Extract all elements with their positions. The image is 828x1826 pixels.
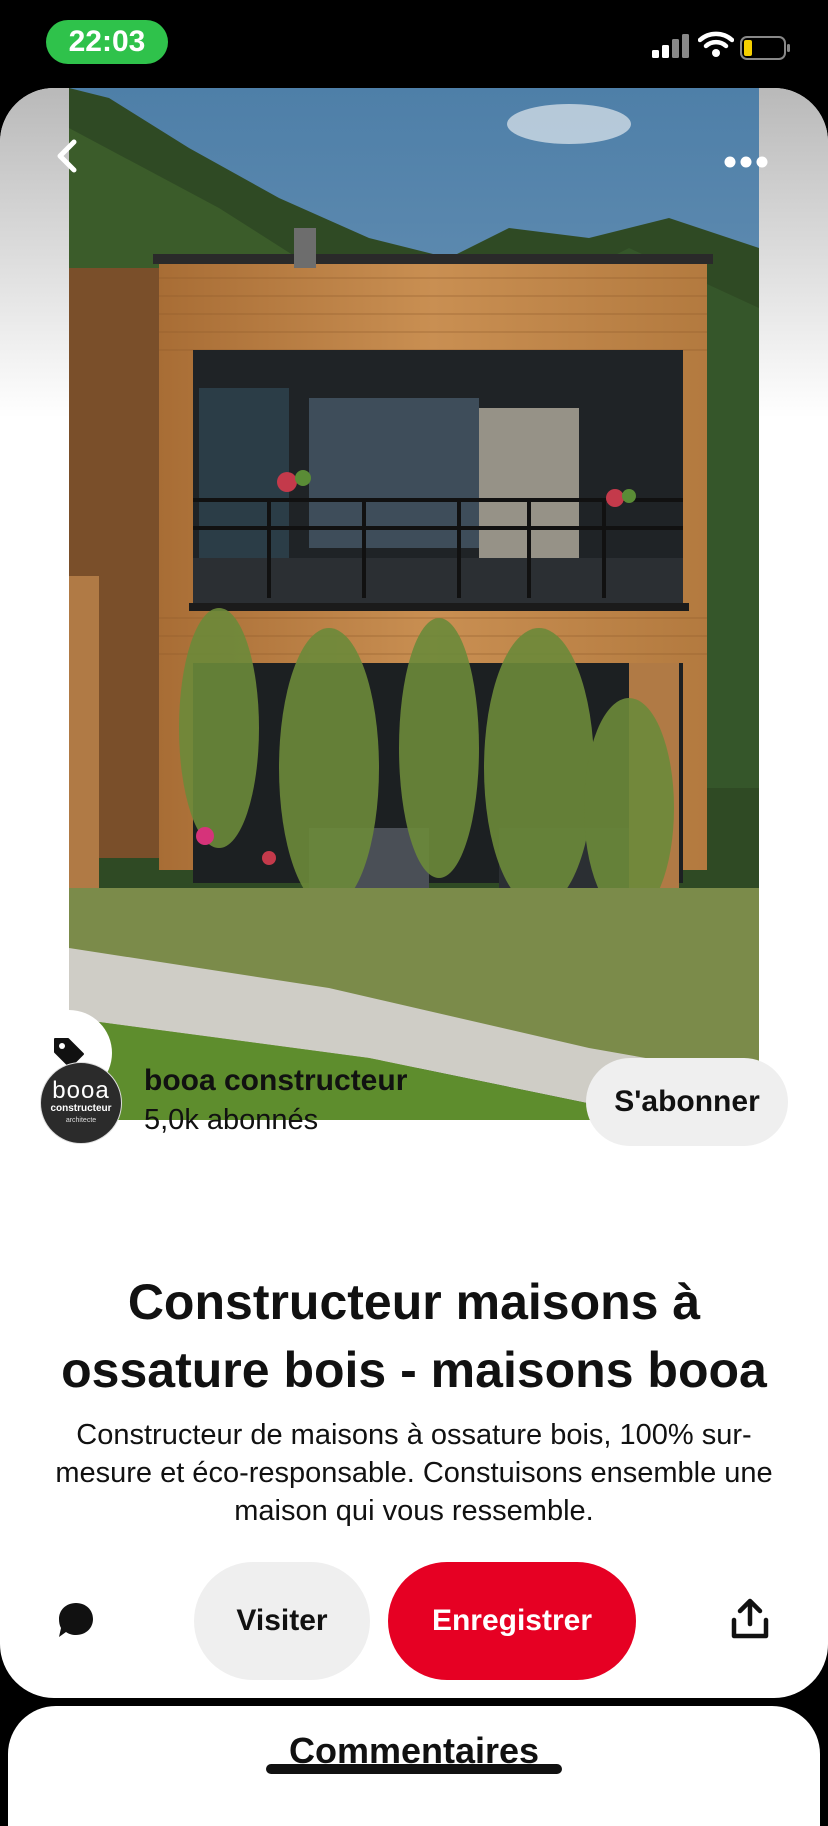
pin-image[interactable] [69,88,759,1120]
visit-button[interactable]: Visiter [194,1562,370,1680]
creator-followers: 5,0k abonnés [144,1104,319,1136]
save-button[interactable]: Enregistrer [388,1562,636,1680]
follow-button[interactable]: S'abonner [586,1058,788,1146]
wifi-icon [698,31,734,57]
avatar-logo-tiny: architecte [65,1117,97,1124]
status-time: 22:03 [46,20,168,64]
home-indicator[interactable] [266,1764,562,1774]
pin-title: Constructeur maisons à ossature bois - m… [61,1274,767,1398]
avatar-logo-sub: constructeur [50,1103,112,1114]
more-icon[interactable] [722,152,770,172]
creator-name[interactable]: booa constructeur [144,1064,407,1098]
status-bar: 22:03 [0,0,828,88]
house-photo [69,88,759,1120]
share-icon[interactable] [730,1598,770,1640]
pin-card: booa constructeur architecte booa constr… [0,88,828,1698]
back-arrow-icon[interactable] [48,136,88,176]
avatar-logo-text: booa [52,1077,110,1104]
battery-icon [740,36,790,60]
pin-description: Constructeur de maisons à ossature bois,… [55,1419,773,1527]
creator-avatar[interactable]: booa constructeur architecte [40,1062,122,1144]
comment-icon[interactable] [56,1600,96,1640]
signal-icon [652,34,689,58]
